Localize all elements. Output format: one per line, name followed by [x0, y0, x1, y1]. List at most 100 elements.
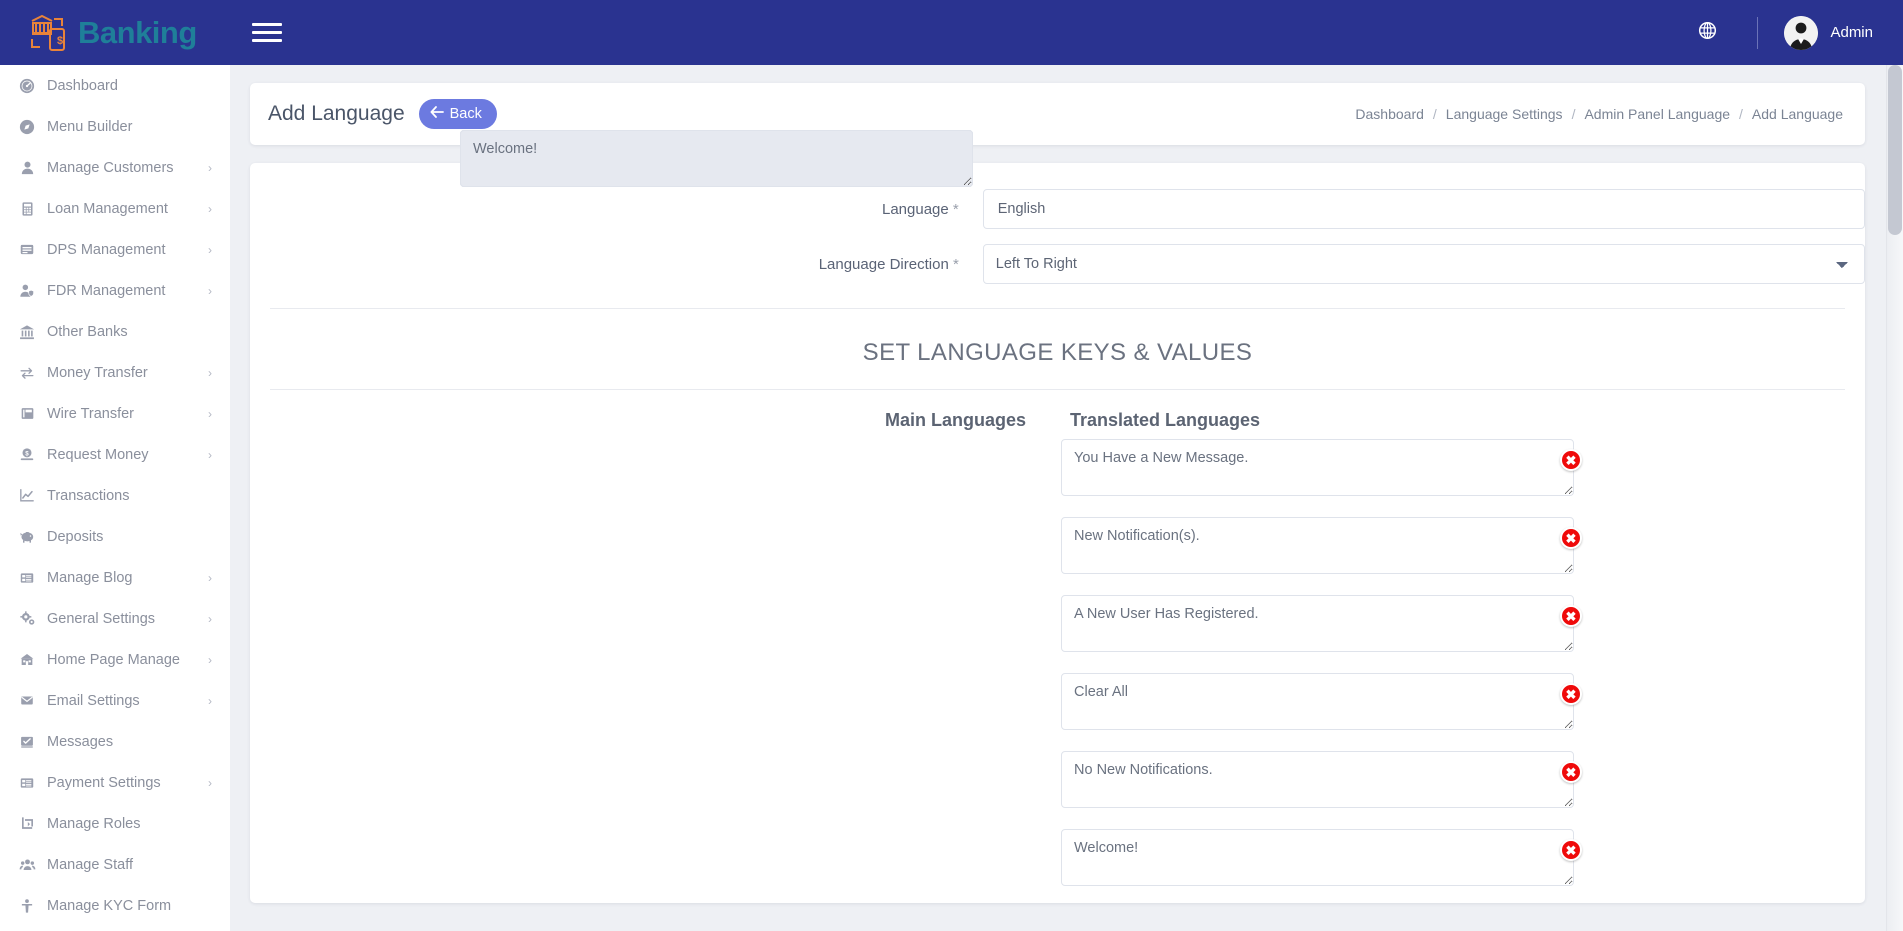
breadcrumb-item[interactable]: Admin Panel Language	[1584, 106, 1730, 122]
sidebar-item-general-settings[interactable]: General Settings›	[0, 598, 230, 639]
main-content-area: Add Language Back Dashboard/Language Set…	[230, 65, 1903, 931]
sidebar-item-dps-management[interactable]: DPS Management ›	[0, 229, 230, 270]
close-circle-icon[interactable]: ✖	[1560, 449, 1582, 471]
sidebar-item-label: Manage Blog	[47, 570, 132, 586]
wallet-icon	[18, 405, 36, 423]
chevron-right-icon: ›	[208, 654, 212, 666]
sidebar-item-home-page-manage[interactable]: Home Page Manage›	[0, 639, 230, 680]
chevron-right-icon: ›	[208, 408, 212, 420]
language-key-value-row: ✖	[250, 439, 1865, 501]
sidebar-item-manage-customers[interactable]: Manage Customers›	[0, 147, 230, 188]
main-languages-column-header: Main Languages	[250, 410, 1050, 431]
archive-icon	[18, 241, 36, 259]
chart-line-icon	[18, 487, 36, 505]
sidebar-item-label: Manage Customers	[47, 160, 174, 176]
cogs-icon	[18, 610, 36, 628]
back-button[interactable]: Back	[419, 99, 497, 129]
translated-language-textarea[interactable]	[1061, 673, 1574, 730]
sidebar-item-transactions[interactable]: Transactions	[0, 475, 230, 516]
language-key-value-row: ✖	[250, 517, 1865, 579]
home-icon	[18, 651, 36, 669]
sidebar-item-fdr-management[interactable]: FDR Management›	[0, 270, 230, 311]
sidebar-item-money-transfer[interactable]: Money Transfer ›	[0, 352, 230, 393]
close-circle-icon[interactable]: ✖	[1560, 761, 1582, 783]
translated-language-textarea[interactable]	[1061, 517, 1574, 574]
sidebar-item-label: Money Transfer	[47, 365, 148, 381]
translated-language-textarea[interactable]	[1061, 829, 1574, 886]
columns-header: Main Languages Translated Languages	[250, 410, 1865, 431]
translated-language-textarea[interactable]	[1061, 595, 1574, 652]
translated-language-textarea[interactable]	[1061, 751, 1574, 808]
sidebar-item-deposits[interactable]: Deposits	[0, 516, 230, 557]
header-actions: Admin	[1687, 13, 1903, 53]
language-key-value-row: ✖	[250, 751, 1865, 813]
sidebar-item-label: Deposits	[47, 529, 103, 545]
sidebar-item-label: Email Settings	[47, 693, 140, 709]
sidebar-item-wire-transfer[interactable]: Wire Transfer›	[0, 393, 230, 434]
sidebar-item-messages[interactable]: Messages	[0, 721, 230, 762]
users-icon	[18, 856, 36, 874]
translated-language-cell: ✖	[1050, 595, 1595, 657]
sidebar-item-label: Manage Roles	[47, 816, 141, 832]
money-request-icon: $	[18, 446, 36, 464]
language-switcher-button[interactable]	[1687, 13, 1727, 53]
section-divider	[270, 308, 1845, 309]
sidebar-item-manage-roles[interactable]: Manage Roles	[0, 803, 230, 844]
language-direction-field-row: Language Direction * Left To RightRight …	[250, 244, 1865, 284]
main-language-textarea[interactable]	[460, 130, 973, 187]
chevron-right-icon: ›	[208, 367, 212, 379]
user-shield-icon	[18, 282, 36, 300]
chevron-right-icon: ›	[208, 777, 212, 789]
sidebar-item-manage-blog[interactable]: Manage Blog›	[0, 557, 230, 598]
sidebar-item-request-money[interactable]: $Request Money›	[0, 434, 230, 475]
user-menu-button[interactable]: Admin	[1784, 16, 1873, 50]
compass-icon	[18, 118, 36, 136]
sidebar-item-payment-settings[interactable]: Payment Settings›	[0, 762, 230, 803]
close-circle-icon[interactable]: ✖	[1560, 527, 1582, 549]
brand-logo[interactable]: $ Banking	[0, 0, 230, 65]
translated-language-cell: ✖	[1050, 673, 1595, 735]
sidebar-navigation: DashboardMenu BuilderManage Customers›Lo…	[0, 65, 230, 931]
piggy-bank-icon	[18, 528, 36, 546]
sidebar-item-other-banks[interactable]: Other Banks	[0, 311, 230, 352]
header-divider	[1757, 17, 1758, 49]
scrollbar-thumb[interactable]	[1888, 65, 1902, 235]
language-direction-select[interactable]: Left To RightRight To Left	[983, 244, 1865, 284]
language-key-value-row: ✖	[250, 829, 1865, 891]
brand-name: Banking	[78, 15, 197, 51]
breadcrumb-item[interactable]: Language Settings	[1446, 106, 1563, 122]
breadcrumb-item[interactable]: Dashboard	[1355, 106, 1424, 122]
sidebar-item-menu-builder[interactable]: Menu Builder	[0, 106, 230, 147]
language-direction-label: Language Direction *	[250, 256, 983, 273]
calculator-icon	[18, 200, 36, 218]
sidebar-item-email-settings[interactable]: Email Settings ›	[0, 680, 230, 721]
language-key-value-list: ✖ ✖ ✖ ✖ ✖ ✖	[250, 439, 1865, 891]
sidebar-item-manage-kyc-form[interactable]: Manage KYC Form	[0, 885, 230, 926]
chevron-right-icon: ›	[208, 695, 212, 707]
sidebar-toggle-button[interactable]	[252, 20, 282, 46]
list-alt-icon	[18, 774, 36, 792]
close-circle-icon[interactable]: ✖	[1560, 839, 1582, 861]
required-marker: *	[953, 256, 959, 273]
envelope-icon	[18, 692, 36, 710]
translated-language-textarea[interactable]	[1061, 439, 1574, 496]
roles-icon	[18, 815, 36, 833]
page-scrollbar[interactable]	[1886, 65, 1903, 931]
dashboard-icon	[18, 77, 36, 95]
sidebar-item-label: DPS Management	[47, 242, 165, 258]
add-language-form-card: Language * Language Direction * Left To …	[250, 163, 1865, 903]
chevron-right-icon: ›	[208, 449, 212, 461]
translated-language-cell: ✖	[1050, 439, 1595, 501]
chevron-right-icon: ›	[208, 244, 212, 256]
sidebar-item-label: Manage KYC Form	[47, 898, 171, 914]
bank-icon	[18, 323, 36, 341]
svg-text:$: $	[57, 35, 63, 47]
close-circle-icon[interactable]: ✖	[1560, 605, 1582, 627]
section-divider	[270, 389, 1845, 390]
chevron-right-icon: ›	[208, 203, 212, 215]
language-input[interactable]	[983, 189, 1865, 229]
sidebar-item-loan-management[interactable]: Loan Management›	[0, 188, 230, 229]
sidebar-item-manage-staff[interactable]: Manage Staff	[0, 844, 230, 885]
close-circle-icon[interactable]: ✖	[1560, 683, 1582, 705]
sidebar-item-dashboard[interactable]: Dashboard	[0, 65, 230, 106]
